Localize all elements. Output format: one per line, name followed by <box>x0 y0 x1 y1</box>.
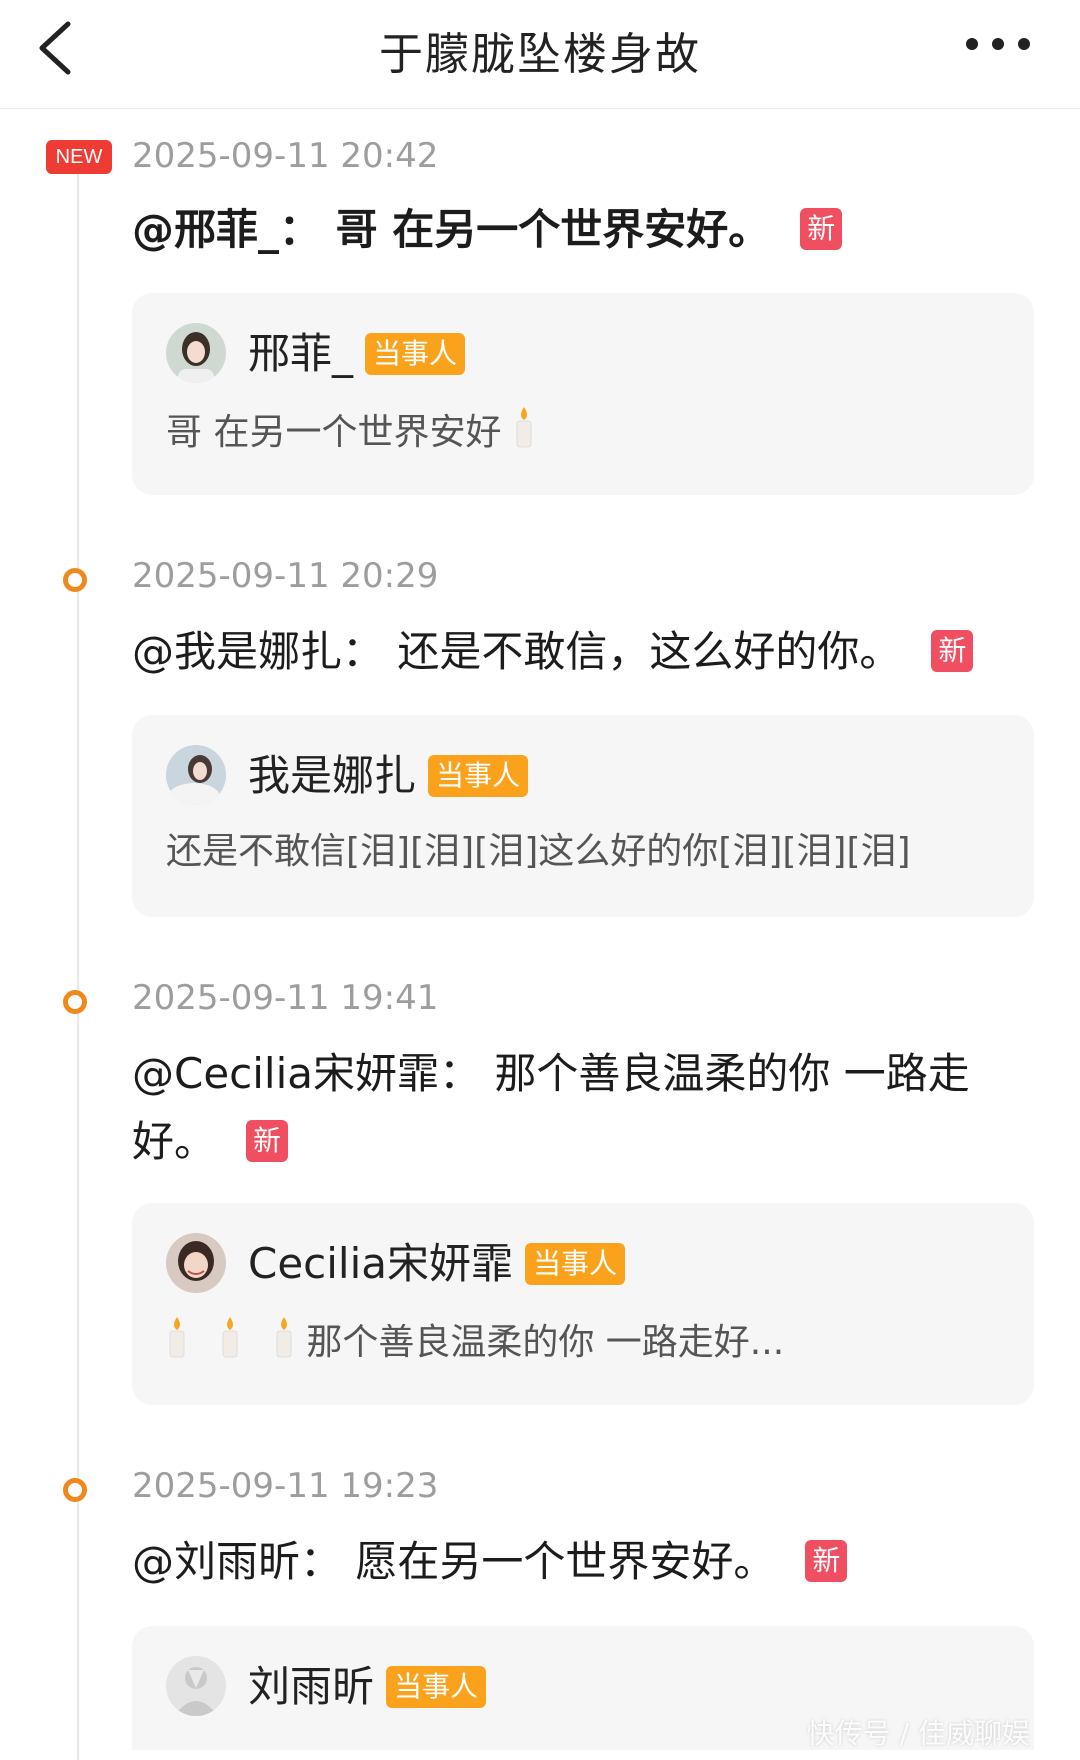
item-headline[interactable]: @邢菲_： 哥 在另一个世界安好。新 <box>132 196 1032 264</box>
post-text: 还是不敢信[泪][泪][泪]这么好的你[泪][泪][泪] <box>166 831 911 872</box>
top-bar: 于朦胧坠楼身故 <box>0 0 1080 109</box>
item-time: 2025-09-11 19:41 <box>132 978 439 1018</box>
avatar[interactable] <box>166 1656 226 1716</box>
item-time: 2025-09-11 19:23 <box>132 1466 439 1506</box>
post-text-content: 那个善良温柔的你 一路走好... <box>306 1322 785 1363</box>
timeline-dot-icon <box>63 990 87 1014</box>
post-card[interactable]: 邢菲_ 当事人 哥 在另一个世界安好 <box>132 293 1034 495</box>
post-text-content: 哥 在另一个世界安好 <box>166 412 502 453</box>
avatar[interactable] <box>166 1233 226 1293</box>
author-name[interactable]: 刘雨昕 当事人 <box>248 1660 487 1714</box>
author-name-text: 刘雨昕 <box>248 1662 375 1711</box>
page-title: 于朦胧坠楼身故 <box>379 29 701 80</box>
avatar[interactable] <box>166 745 226 805</box>
headline-text: @邢菲_： 哥 在另一个世界安好。 <box>132 205 771 254</box>
timeline-line <box>77 160 79 1760</box>
role-tag: 当事人 <box>365 332 466 375</box>
post-card[interactable]: 我是娜扎 当事人 还是不敢信[泪][泪][泪]这么好的你[泪][泪][泪] <box>132 715 1034 917</box>
post-text: 哥 在另一个世界安好 <box>166 405 535 463</box>
post-text: 那个善良温柔的你 一路走好... <box>166 1315 784 1373</box>
watermark: 快传号 / 佳威聊娱 <box>806 1717 1030 1750</box>
author-name-text: 邢菲_ <box>248 329 354 378</box>
back-arrow-icon <box>39 21 71 75</box>
role-tag: 当事人 <box>386 1665 487 1708</box>
new-tag: NEW <box>46 140 112 174</box>
new-badge: 新 <box>246 1119 289 1162</box>
post-card[interactable]: Cecilia宋妍霏 当事人 那个善良温柔的你 一路走好... <box>132 1203 1034 1405</box>
avatar[interactable] <box>166 323 226 383</box>
candle-icon <box>513 405 535 463</box>
more-dots-icon <box>966 38 1030 50</box>
headline-text: @我是娜扎： 还是不敢信，这么好的你。 <box>132 627 902 676</box>
item-headline[interactable]: @我是娜扎： 还是不敢信，这么好的你。新 <box>132 618 1032 686</box>
candle-icon <box>166 1315 188 1373</box>
author-name[interactable]: 我是娜扎 当事人 <box>248 749 529 803</box>
candle-icon <box>273 1315 295 1373</box>
role-tag: 当事人 <box>525 1242 626 1285</box>
item-time: 2025-09-11 20:42 <box>132 136 439 176</box>
author-name[interactable]: Cecilia宋妍霏 当事人 <box>248 1237 626 1291</box>
timeline-dot-icon <box>63 1478 87 1502</box>
new-badge: 新 <box>805 1539 848 1582</box>
role-tag: 当事人 <box>428 754 529 797</box>
item-headline[interactable]: @Cecilia宋妍霏： 那个善良温柔的你 一路走好。新 <box>132 1040 1032 1176</box>
author-name-text: Cecilia宋妍霏 <box>248 1239 514 1288</box>
item-headline[interactable]: @刘雨昕： 愿在另一个世界安好。新 <box>132 1528 1032 1596</box>
timeline-dot-icon <box>63 568 87 592</box>
new-badge: 新 <box>800 207 843 250</box>
back-button[interactable] <box>28 14 92 78</box>
new-badge: 新 <box>931 629 974 672</box>
more-button[interactable] <box>960 26 1040 66</box>
item-time: 2025-09-11 20:29 <box>132 556 439 596</box>
author-name-text: 我是娜扎 <box>248 751 417 800</box>
candle-icon <box>219 1315 241 1373</box>
author-name[interactable]: 邢菲_ 当事人 <box>248 327 466 381</box>
headline-text: @刘雨昕： 愿在另一个世界安好。 <box>132 1537 776 1586</box>
